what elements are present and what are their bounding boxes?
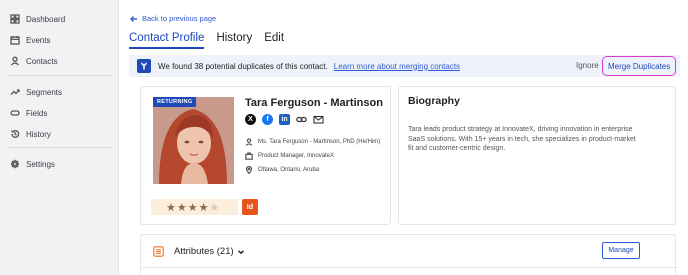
rating-stars[interactable]: ★ ★ ★ ★ ★ [151,199,238,215]
sidebar-item-label: Contacts [26,56,58,66]
mail-icon[interactable] [313,114,324,125]
sidebar-item-fields[interactable]: Fields [10,105,47,121]
main-content: Back to previous page Contact Profile Hi… [119,0,688,275]
sidebar: Dashboard Events Contacts Segments Field… [0,0,119,275]
ignore-button[interactable]: Ignore [576,61,599,70]
sidebar-divider [8,147,112,148]
sidebar-item-dashboard[interactable]: Dashboard [10,11,65,27]
location: Ottawa, Ontario, Aruba [258,167,320,173]
sidebar-item-label: Settings [26,159,55,169]
sidebar-item-label: Segments [26,87,63,97]
tab-contact-profile[interactable]: Contact Profile [129,32,205,49]
sidebar-item-settings[interactable]: Settings [10,156,55,172]
sidebar-item-label: History [26,129,51,139]
star-icon: ★ [166,201,176,214]
linkedin-icon[interactable]: in [279,114,290,125]
star-icon: ★ [209,201,220,214]
person-icon [245,138,253,146]
portrait-image [153,97,234,184]
full-name-row: Ms. Tara Ferguson - Martinson, PhD (He/H… [245,138,380,146]
attributes-toggle[interactable]: Attributes (21) [174,246,245,257]
merge-icon [137,59,151,73]
sidebar-item-label: Fields [26,108,48,118]
star-icon: ★ [187,201,198,214]
sidebar-item-label: Events [26,35,51,45]
learn-more-link[interactable]: Learn more about merging contacts [334,62,460,71]
back-link-label: Back to previous page [142,14,217,23]
trend-icon [10,89,20,95]
divider [141,267,677,268]
sidebar-item-history[interactable]: History [10,126,51,142]
id-badge[interactable]: Id [242,199,258,215]
manage-button[interactable]: Manage [602,242,640,259]
location-row: Ottawa, Ontario, Aruba [245,166,319,174]
star-icon: ★ [198,201,209,214]
sidebar-divider [8,75,112,76]
sidebar-item-events[interactable]: Events [10,32,50,48]
tab-edit[interactable]: Edit [264,32,284,49]
full-name: Ms. Tara Ferguson - Martinson, PhD (He/H… [258,139,381,145]
person-icon [11,56,19,66]
duplicates-message: We found 38 potential duplicates of this… [158,61,328,71]
link-icon[interactable] [296,114,307,125]
contact-name: Tara Ferguson - Martinson [245,97,383,109]
attributes-card: Attributes (21) Manage [140,234,677,275]
location-pin-icon [245,166,253,174]
attributes-label: Attributes (21) [174,246,234,257]
calendar-icon [10,36,20,45]
gear-icon [10,159,20,169]
job-row: Product Manager, InnovateX [245,152,334,160]
profile-tabs: Contact Profile History Edit [129,32,284,49]
social-links: X f in [245,114,324,125]
field-icon [10,110,20,116]
sidebar-item-label: Dashboard [26,14,66,24]
biography-text: Tara leads product strategy at InnovateX… [408,126,636,152]
back-link[interactable]: Back to previous page [130,14,216,23]
dashboard-icon [10,14,20,24]
biography-card: Biography Tara leads product strategy at… [398,86,676,225]
contact-photo: RETURNING [153,97,234,184]
x-icon[interactable]: X [245,114,256,125]
duplicates-banner: We found 38 potential duplicates of this… [129,55,680,77]
arrow-left-icon [130,15,137,22]
facebook-icon[interactable]: f [262,114,273,125]
tab-history[interactable]: History [216,32,252,49]
contact-card: RETURNING Tara Ferguson - Martinson X f … [140,86,391,225]
chevron-down-icon [237,249,244,254]
biography-title: Biography [408,95,460,107]
merge-duplicates-button[interactable]: Merge Duplicates [602,56,677,76]
job-title: Product Manager, InnovateX [258,153,335,159]
briefcase-icon [245,152,253,160]
returning-badge: RETURNING [153,97,197,107]
sidebar-item-segments[interactable]: Segments [10,84,62,100]
star-icon: ★ [176,201,187,214]
sidebar-item-contacts[interactable]: Contacts [10,53,58,69]
history-icon [10,130,20,138]
list-icon [153,246,164,257]
